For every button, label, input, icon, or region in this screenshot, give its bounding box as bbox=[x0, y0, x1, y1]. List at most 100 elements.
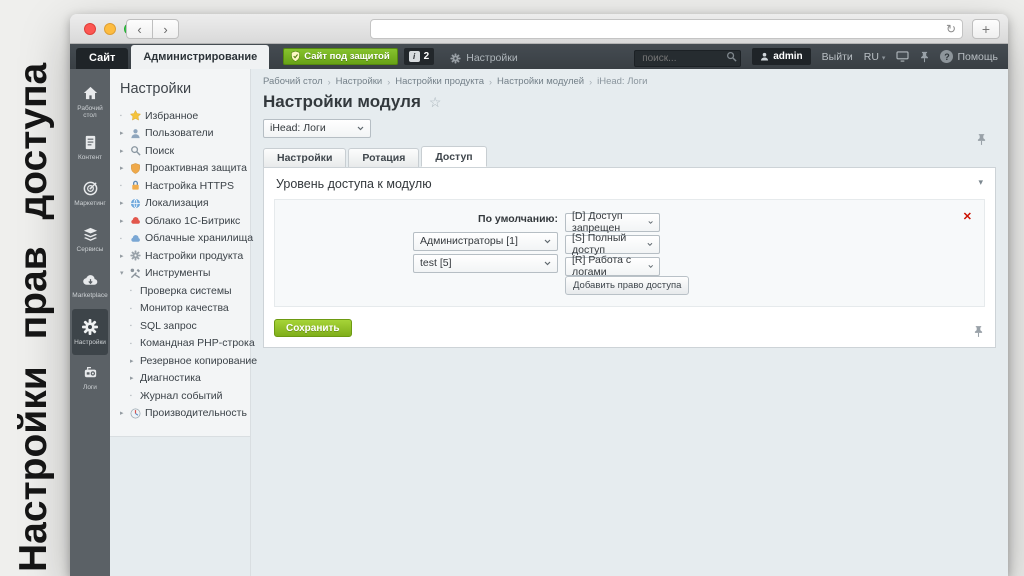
menu-item-favorites[interactable]: Избранное bbox=[120, 107, 246, 125]
expand-arrow-icon bbox=[120, 409, 130, 417]
notifications-badge[interactable]: i 2 bbox=[404, 48, 435, 65]
group-select-value: test [5] bbox=[420, 257, 452, 269]
menu-item-label: Настройки продукта bbox=[145, 250, 243, 262]
form-tabs: Настройки Ротация Доступ bbox=[263, 148, 996, 167]
user-icon bbox=[130, 128, 145, 139]
add-access-right-button[interactable]: Добавить право доступа bbox=[565, 276, 689, 295]
pin-buttons-icon[interactable] bbox=[974, 325, 983, 338]
logout-link[interactable]: Выйти bbox=[822, 51, 853, 63]
pin-form-icon[interactable] bbox=[977, 133, 986, 146]
menu-item-backup[interactable]: Резервное копирование bbox=[120, 352, 246, 370]
header-settings-button[interactable]: Настройки bbox=[450, 52, 518, 64]
menu-item-php-command-line[interactable]: Командная PHP-строка bbox=[120, 335, 246, 353]
module-rail: Рабочий стол Контент Маркетинг Сервисы M… bbox=[70, 69, 110, 576]
language-selector[interactable]: RU bbox=[864, 51, 886, 63]
breadcrumb-link[interactable]: Настройки модулей bbox=[497, 76, 584, 87]
site-tab[interactable]: Сайт bbox=[76, 48, 128, 69]
access-level-select[interactable]: [R] Работа с логами bbox=[565, 257, 660, 276]
collapse-arrow-icon bbox=[120, 269, 130, 277]
desktop-view-icon[interactable] bbox=[896, 51, 909, 62]
bullet-icon bbox=[130, 287, 140, 294]
access-settings-card: Уровень доступа к модулю По умолчанию: [… bbox=[263, 167, 996, 349]
breadcrumb-link[interactable]: Настройки продукта bbox=[395, 76, 484, 87]
browser-window: + Сайт Администрирование Сайт под защито… bbox=[70, 14, 1008, 576]
save-button[interactable]: Сохранить bbox=[274, 319, 352, 337]
address-bar[interactable] bbox=[370, 19, 963, 39]
browser-nav-buttons bbox=[126, 19, 179, 39]
home-icon bbox=[82, 85, 99, 102]
menu-title: Настройки bbox=[120, 81, 246, 97]
bullet-icon bbox=[120, 112, 130, 119]
menu-item-label: Настройка HTTPS bbox=[145, 180, 234, 192]
menu-item-localization[interactable]: Локализация bbox=[120, 195, 246, 213]
new-tab-button[interactable]: + bbox=[972, 19, 1000, 39]
breadcrumb-current: iHead: Логи bbox=[597, 76, 647, 87]
tab-rotation[interactable]: Ротация bbox=[348, 148, 419, 167]
lock-icon bbox=[130, 180, 145, 191]
menu-item-label: Локализация bbox=[145, 197, 209, 209]
menu-item-proactive-protection[interactable]: Проактивная защита bbox=[120, 160, 246, 178]
menu-item-users[interactable]: Пользователи bbox=[120, 125, 246, 143]
access-right-row: Администраторы [1] [S] Полный доступ bbox=[275, 232, 984, 251]
bullet-icon bbox=[120, 235, 130, 242]
close-window-button[interactable] bbox=[84, 23, 96, 35]
header-search bbox=[634, 48, 741, 65]
menu-item-cloud-storages[interactable]: Облачные хранилища bbox=[120, 230, 246, 248]
menu-item-label: SQL запрос bbox=[140, 320, 197, 332]
cloud-download-icon bbox=[82, 272, 99, 289]
breadcrumb-link[interactable]: Рабочий стол bbox=[263, 76, 323, 87]
pin-panel-icon[interactable] bbox=[920, 51, 929, 63]
menu-item-https-settings[interactable]: Настройка HTTPS bbox=[120, 177, 246, 195]
menu-item-search[interactable]: Поиск bbox=[120, 142, 246, 160]
main-content: Рабочий стол Настройки Настройки продукт… bbox=[251, 69, 1008, 576]
tab-settings[interactable]: Настройки bbox=[263, 148, 346, 167]
group-select[interactable]: Администраторы [1] bbox=[413, 232, 558, 251]
back-button[interactable] bbox=[126, 19, 153, 39]
rail-item-marketing[interactable]: Маркетинг bbox=[72, 171, 108, 217]
administration-tab[interactable]: Администрирование bbox=[131, 45, 269, 69]
favorite-star-icon[interactable] bbox=[429, 94, 442, 111]
rail-item-services[interactable]: Сервисы bbox=[72, 217, 108, 263]
menu-item-bitrix-cloud[interactable]: Облако 1С-Битрикс bbox=[120, 212, 246, 230]
rail-item-marketplace[interactable]: Marketplace bbox=[72, 263, 108, 309]
forward-button[interactable] bbox=[152, 19, 179, 39]
menu-item-quality-monitor[interactable]: Монитор качества bbox=[120, 300, 246, 318]
menu-item-event-log[interactable]: Журнал событий bbox=[120, 387, 246, 405]
user-menu-button[interactable]: admin bbox=[752, 48, 810, 65]
menu-item-diagnostics[interactable]: Диагностика bbox=[120, 370, 246, 388]
rail-item-content[interactable]: Контент bbox=[72, 125, 108, 171]
tab-access[interactable]: Доступ bbox=[421, 146, 486, 167]
menu-item-label: Диагностика bbox=[140, 372, 201, 384]
search-icon bbox=[130, 145, 145, 156]
refresh-icon[interactable] bbox=[946, 22, 956, 36]
menu-item-product-settings[interactable]: Настройки продукта bbox=[120, 247, 246, 265]
delete-row-button[interactable] bbox=[963, 212, 972, 223]
rail-item-label: Логи bbox=[72, 384, 108, 392]
menu-item-performance[interactable]: Производительность bbox=[120, 405, 246, 423]
rail-item-logs[interactable]: Логи bbox=[72, 355, 108, 401]
cloud-orange-icon bbox=[130, 215, 145, 226]
group-select[interactable]: test [5] bbox=[413, 254, 558, 273]
rail-item-desktop[interactable]: Рабочий стол bbox=[72, 79, 108, 125]
menu-item-label: Проактивная защита bbox=[145, 162, 247, 174]
help-button[interactable]: ? Помощь bbox=[940, 50, 998, 63]
expand-arrow-icon bbox=[130, 357, 140, 365]
search-input[interactable] bbox=[634, 50, 741, 67]
top-bar-right: admin Выйти RU ? Помощь bbox=[634, 44, 998, 69]
menu-item-sql-query[interactable]: SQL запрос bbox=[120, 317, 246, 335]
chevron-down-icon bbox=[647, 242, 653, 247]
chevron-down-icon bbox=[544, 239, 551, 244]
expand-arrow-icon bbox=[120, 147, 130, 155]
rail-item-settings[interactable]: Настройки bbox=[72, 309, 108, 355]
settings-menu: Настройки Избранное Пользователи Поиск bbox=[110, 69, 250, 437]
minimize-window-button[interactable] bbox=[104, 23, 116, 35]
menu-item-label: Резервное копирование bbox=[140, 355, 257, 367]
breadcrumb-link[interactable]: Настройки bbox=[336, 76, 383, 87]
menu-item-system-check[interactable]: Проверка системы bbox=[120, 282, 246, 300]
shield-check-icon bbox=[291, 51, 300, 62]
module-select[interactable]: iHead: Логи bbox=[263, 119, 371, 138]
collapse-section-icon[interactable] bbox=[978, 177, 983, 188]
chevron-down-icon bbox=[357, 126, 364, 131]
site-protected-button[interactable]: Сайт под защитой bbox=[283, 48, 397, 65]
menu-item-tools[interactable]: Инструменты bbox=[120, 265, 246, 283]
